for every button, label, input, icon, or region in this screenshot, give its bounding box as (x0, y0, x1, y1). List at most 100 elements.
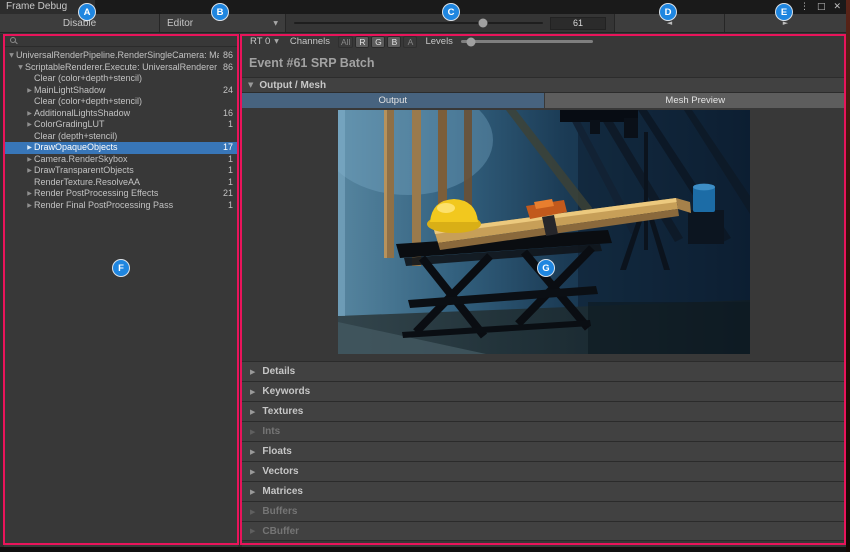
channel-b-button[interactable]: B (387, 36, 401, 48)
foldout-closed-icon[interactable]: ▶ (25, 154, 34, 166)
section-cbuffer: ▶CBuffer (242, 521, 846, 541)
section-vectors[interactable]: ▶Vectors (242, 461, 846, 481)
channel-all-button[interactable]: All (338, 36, 353, 48)
disable-button[interactable]: Disable (0, 14, 160, 32)
tree-item-count: 1 (224, 154, 238, 166)
tree-item[interactable]: ▶Render Final PostProcessing Pass1 (4, 200, 238, 212)
window-tab[interactable]: Frame Debug (0, 0, 95, 14)
foldout-closed-icon[interactable]: ▶ (25, 119, 34, 131)
tree-item[interactable]: ▼ScriptableRenderer.Execute: UniversalRe… (4, 62, 238, 74)
section-label: Buffers (262, 506, 297, 517)
section-label: Details (262, 366, 295, 377)
tree-item-label: DrawOpaqueObjects (34, 142, 219, 154)
section-floats[interactable]: ▶ Floats (242, 441, 846, 461)
section-label: Ints (262, 426, 280, 437)
output-mesh-foldout[interactable]: ▼ Output / Mesh (242, 77, 846, 93)
tree-item-label: RenderTexture.ResolveAA (34, 177, 224, 189)
render-preview-image (338, 110, 750, 354)
maximize-icon[interactable]: □ (817, 2, 826, 12)
tree-item-count: 16 (219, 108, 238, 120)
editor-dropdown[interactable]: Editor ▼ (160, 14, 286, 32)
tree-item-label: DrawTransparentObjects (34, 165, 224, 177)
tab-mesh-preview[interactable]: Mesh Preview (545, 93, 847, 108)
output-mesh-label: Output / Mesh (259, 80, 326, 91)
channel-g-button[interactable]: G (371, 36, 385, 48)
section-details[interactable]: ▶Details (242, 361, 846, 381)
preview-tabs: Output Mesh Preview (242, 93, 846, 108)
desktop-edge-strip-right (846, 0, 850, 552)
foldout-closed-icon: ▶ (250, 428, 255, 436)
next-event-button[interactable]: ► (725, 14, 846, 32)
tab-output[interactable]: Output (242, 93, 544, 108)
tree-item[interactable]: ▶Render PostProcessing Effects21 (4, 188, 238, 200)
tree-item[interactable]: ▶MainLightShadow24 (4, 85, 238, 97)
search-icon (10, 37, 16, 43)
tree-item-count: 1 (224, 200, 238, 212)
main-area: ▼UniversalRenderPipeline.RenderSingleCam… (0, 34, 846, 547)
tree-item-count: 17 (219, 142, 238, 154)
render-target-dropdown[interactable]: RT 0 ▼ (247, 35, 282, 48)
tree-item-count: 86 (219, 62, 238, 74)
tree-item[interactable]: Clear (color+depth+stencil) (4, 96, 238, 108)
editor-dropdown-label: Editor (167, 18, 193, 29)
foldout-open-icon[interactable]: ▼ (16, 62, 25, 74)
tree-item-label: Clear (depth+stencil) (34, 131, 229, 143)
channel-r-button[interactable]: R (355, 36, 369, 48)
previous-event-button[interactable]: ◄ (615, 14, 725, 32)
tree-item[interactable]: RenderTexture.ResolveAA1 (4, 177, 238, 189)
tree-item-label: Render PostProcessing Effects (34, 188, 219, 200)
tree-item-label: Clear (color+depth+stencil) (34, 96, 229, 108)
foldout-closed-icon[interactable]: ▶ (25, 188, 34, 200)
foldout-closed-icon[interactable]: ▶ (25, 200, 34, 212)
chevron-down-icon: ▼ (274, 38, 279, 45)
foldout-closed-icon[interactable]: ▶ (25, 108, 34, 120)
section-label: Floats (262, 446, 291, 457)
tree-item-label: MainLightShadow (34, 85, 219, 97)
tree-item-label: ScriptableRenderer.Execute: UniversalRen… (25, 62, 219, 74)
section-keywords[interactable]: ▶Keywords (242, 381, 846, 401)
event-number-field[interactable]: 61 (550, 17, 606, 30)
levels-slider[interactable] (461, 40, 593, 43)
section-label: CBuffer (262, 526, 299, 537)
tree-item[interactable]: ▶ColorGradingLUT1 (4, 119, 238, 131)
tree-item[interactable]: Clear (color+depth+stencil) (4, 73, 238, 85)
tree-item-label: ColorGradingLUT (34, 119, 224, 131)
channel-a-button[interactable]: A (403, 36, 417, 48)
tree-item-count: 1 (224, 177, 238, 189)
section-label: Textures (262, 406, 303, 417)
levels-slider-thumb[interactable] (467, 37, 476, 46)
tree-item-count: 24 (219, 85, 238, 97)
section-matrices[interactable]: ▶Matrices (242, 481, 846, 501)
tree-item[interactable]: ▼UniversalRenderPipeline.RenderSingleCam… (4, 50, 238, 62)
tree-item[interactable]: ▶DrawOpaqueObjects17 (4, 142, 238, 154)
tree-item[interactable]: ▶Camera.RenderSkybox1 (4, 154, 238, 166)
search-input[interactable] (4, 34, 238, 47)
section-ints: ▶ Ints (242, 421, 846, 441)
close-icon[interactable]: ✕ (833, 2, 841, 12)
tree-item[interactable]: Clear (depth+stencil) (4, 131, 238, 143)
foldout-closed-icon: ▶ (250, 448, 255, 456)
kebab-menu-icon[interactable]: ⋮ (800, 2, 809, 12)
section-textures[interactable]: ▶Textures (242, 401, 846, 421)
event-slider-area: 61 (286, 14, 615, 32)
foldout-open-icon[interactable]: ▼ (7, 50, 16, 62)
event-slider-thumb[interactable] (479, 19, 488, 28)
tree-item[interactable]: ▶DrawTransparentObjects1 (4, 165, 238, 177)
right-arrow-icon: ► (783, 19, 788, 27)
foldout-open-icon: ▼ (248, 81, 253, 89)
levels-label: Levels (425, 36, 452, 47)
tree-item-label: UniversalRenderPipeline.RenderSingleCame… (16, 50, 219, 62)
frame-debug-toolbar: Disable Editor ▼ 61 ◄ ► (0, 14, 846, 33)
channel-buttons: AllRGBA (338, 36, 417, 48)
foldout-closed-icon[interactable]: ▶ (25, 85, 34, 97)
tree-item-count: 1 (224, 165, 238, 177)
foldout-closed-icon: ▶ (250, 488, 255, 496)
frame-debug-window: Frame Debug ⋮ □ ✕ Disable Editor ▼ 61 ◄ … (0, 0, 846, 547)
event-title: Event #61 SRP Batch (249, 56, 846, 70)
event-slider[interactable] (294, 22, 543, 24)
section-label: Vectors (262, 466, 298, 477)
foldout-closed-icon[interactable]: ▶ (25, 142, 34, 154)
tree-item[interactable]: ▶AdditionalLightsShadow16 (4, 108, 238, 120)
foldout-closed-icon[interactable]: ▶ (25, 165, 34, 177)
event-details-panel: RT 0 ▼ Channels AllRGBA Levels Event #61… (242, 34, 846, 547)
